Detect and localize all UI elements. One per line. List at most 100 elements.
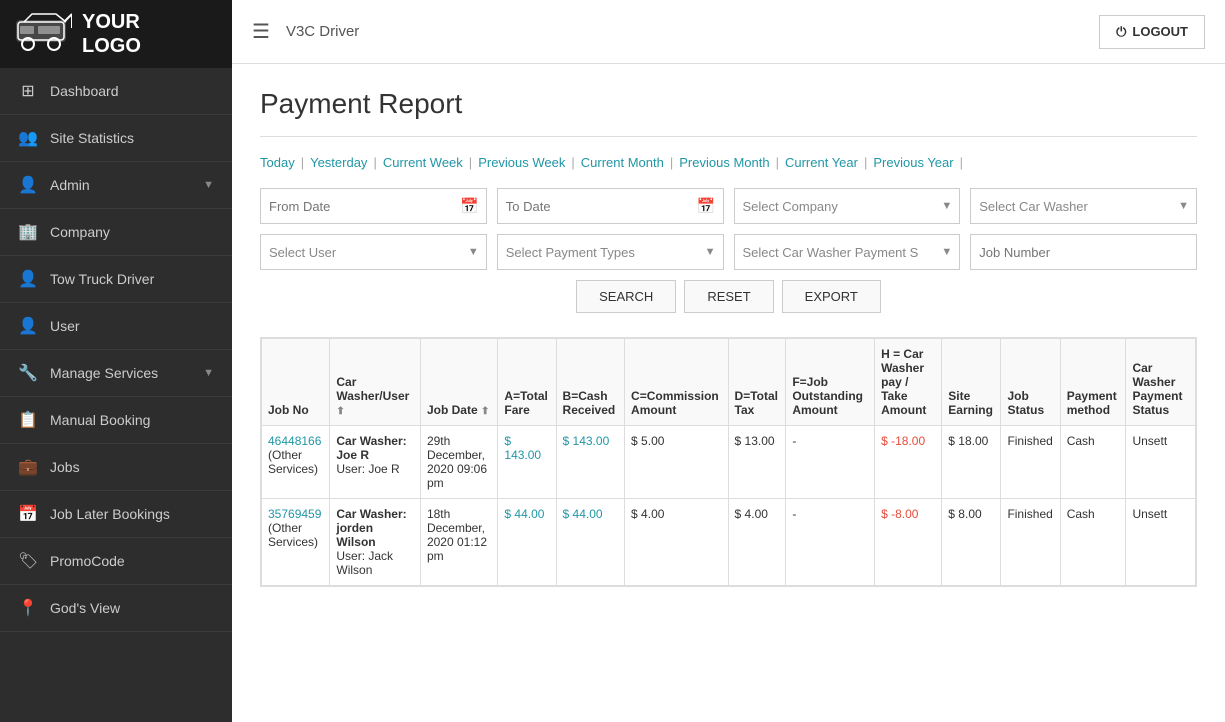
chevron-down-icon: ▼ [203,179,214,191]
select-company-wrap: Select Company ▼ [734,188,961,224]
date-filter-links: Today | Yesterday | Current Week | Previ… [260,155,1197,170]
calendar-icon: 📅 [460,197,479,215]
cell-job-no: 35769459 (Other Services) [262,499,330,586]
logo-icon [16,12,72,56]
sidebar-item-tow-truck-driver[interactable]: 👤 Tow Truck Driver [0,256,232,303]
sidebar-item-label: Admin [50,177,90,193]
cell-h-amount: $ -18.00 [875,426,942,499]
job-no-link[interactable]: 35769459 [268,507,321,521]
filter-row-2: Select User ▼ Select Payment Types ▼ Sel… [260,234,1197,270]
sidebar-item-label: PromoCode [50,553,125,569]
logout-button[interactable]: ⏻ LOGOUT [1099,15,1205,49]
select-payment-types[interactable]: Select Payment Types [497,234,724,270]
cell-commission: $ 5.00 [625,426,729,499]
admin-icon: 👤 [18,175,38,195]
col-commission: C=Commission Amount [625,339,729,426]
col-job-date: Job Date ⬆ [420,339,497,426]
col-car-washer-user: Car Washer/User ⬆ [330,339,421,426]
select-user-wrap: Select User ▼ [260,234,487,270]
sidebar-item-label: Dashboard [50,83,119,99]
sidebar-item-user[interactable]: 👤 User [0,303,232,350]
from-date-input[interactable] [260,188,487,224]
sidebar-item-site-statistics[interactable]: 👥 Site Statistics [0,115,232,162]
cash-received-link[interactable]: $ 143.00 [563,434,610,448]
sort-icon[interactable]: ⬆ [481,406,489,417]
select-car-washer-payment[interactable]: Select Car Washer Payment S [734,234,961,270]
sort-icon[interactable]: ⬆ [336,406,344,417]
cell-payment-method: Cash [1060,499,1126,586]
cell-outstanding: - [786,499,875,586]
h-amount-link[interactable]: $ -8.00 [881,507,918,521]
select-company[interactable]: Select Company [734,188,961,224]
table-row: 35769459 (Other Services) Car Washer: jo… [262,499,1196,586]
company-icon: 🏢 [18,222,38,242]
cell-job-date: 18th December, 2020 01:12 pm [420,499,497,586]
sidebar-item-label: God's View [50,600,120,616]
total-fare-link[interactable]: $ 44.00 [504,507,544,521]
select-car-washer-payment-wrap: Select Car Washer Payment S ▼ [734,234,961,270]
sidebar-item-manage-services[interactable]: 🔧 Manage Services ▼ [0,350,232,397]
cash-received-link[interactable]: $ 44.00 [563,507,603,521]
sidebar-item-job-later-bookings[interactable]: 📅 Job Later Bookings [0,491,232,538]
job-number-input[interactable] [970,234,1197,270]
sidebar-item-gods-view[interactable]: 📍 God's View [0,585,232,632]
payment-table-wrap: Job No Car Washer/User ⬆ Job Date ⬆ A=To… [260,337,1197,587]
sidebar-item-promo-code[interactable]: 🏷 PromoCode [0,538,232,585]
col-h-amount: H = Car Washer pay / Take Amount [875,339,942,426]
export-button[interactable]: EXPORT [782,280,881,313]
sidebar-item-label: Company [50,224,110,240]
cell-job-status: Finished [1001,499,1060,586]
filter-previous-year[interactable]: Previous Year [873,155,953,170]
reset-button[interactable]: RESET [684,280,773,313]
col-job-no: Job No [262,339,330,426]
cell-site-earning: $ 18.00 [942,426,1001,499]
table-row: 46448166 (Other Services) Car Washer: Jo… [262,426,1196,499]
sidebar-item-jobs[interactable]: 💼 Jobs [0,444,232,491]
select-car-washer[interactable]: Select Car Washer [970,188,1197,224]
filter-current-year[interactable]: Current Year [785,155,858,170]
sidebar-item-dashboard[interactable]: ⊞ Dashboard [0,68,232,115]
manage-services-icon: 🔧 [18,363,38,383]
cell-payment-method: Cash [1060,426,1126,499]
filter-today[interactable]: Today [260,155,295,170]
job-no-link[interactable]: 46448166 [268,434,321,448]
cell-total-fare: $ 143.00 [498,426,556,499]
hamburger-menu-icon[interactable]: ☰ [252,19,270,44]
jobs-icon: 💼 [18,457,38,477]
power-icon: ⏻ [1116,24,1126,40]
col-site-earning: Site Earning [942,339,1001,426]
filter-current-month[interactable]: Current Month [581,155,664,170]
sidebar-item-company[interactable]: 🏢 Company [0,209,232,256]
total-fare-link[interactable]: $ 143.00 [504,434,541,462]
sidebar-item-manual-booking[interactable]: 📋 Manual Booking [0,397,232,444]
cell-job-date: 29th December, 2020 09:06 pm [420,426,497,499]
to-date-input[interactable] [497,188,724,224]
filter-current-week[interactable]: Current Week [383,155,463,170]
col-job-status: Job Status [1001,339,1060,426]
select-user[interactable]: Select User [260,234,487,270]
search-button[interactable]: SEARCH [576,280,676,313]
manual-booking-icon: 📋 [18,410,38,430]
cell-job-no: 46448166 (Other Services) [262,426,330,499]
filter-previous-week[interactable]: Previous Week [478,155,565,170]
cell-payment-status: Unsett [1126,426,1196,499]
filter-yesterday[interactable]: Yesterday [310,155,367,170]
select-payment-types-wrap: Select Payment Types ▼ [497,234,724,270]
topbar-title: V3C Driver [286,23,359,40]
sidebar-item-admin[interactable]: 👤 Admin ▼ [0,162,232,209]
col-total-fare: A=Total Fare [498,339,556,426]
col-payment-method: Payment method [1060,339,1126,426]
table-header-row: Job No Car Washer/User ⬆ Job Date ⬆ A=To… [262,339,1196,426]
logo: YOUR LOGO [0,0,232,68]
filter-previous-month[interactable]: Previous Month [679,155,769,170]
h-amount-link[interactable]: $ -18.00 [881,434,925,448]
page-title: Payment Report [260,88,1197,120]
sidebar-item-label: Jobs [50,459,80,475]
sidebar-item-label: Manage Services [50,365,158,381]
from-date-wrap: 📅 [260,188,487,224]
cell-car-washer-user: Car Washer: jorden Wilson User: Jack Wil… [330,499,421,586]
payment-table: Job No Car Washer/User ⬆ Job Date ⬆ A=To… [261,338,1196,586]
cell-cash-received: $ 143.00 [556,426,625,499]
user-icon: 👤 [18,316,38,336]
cell-payment-status: Unsett [1126,499,1196,586]
